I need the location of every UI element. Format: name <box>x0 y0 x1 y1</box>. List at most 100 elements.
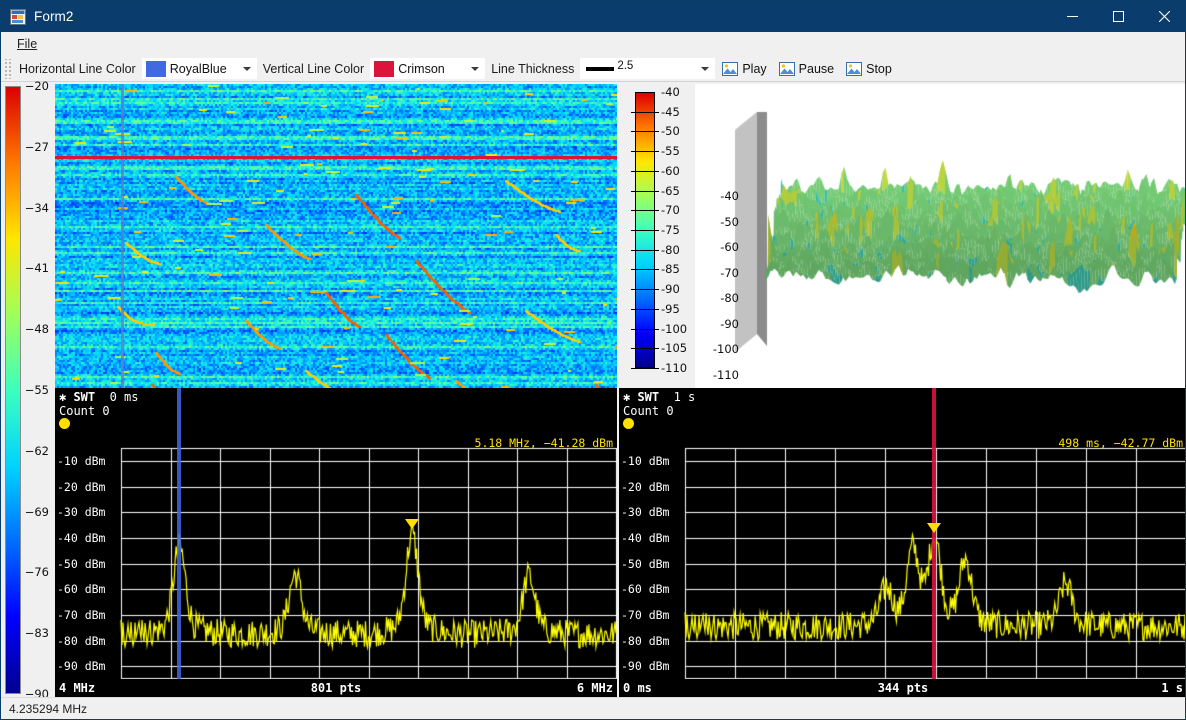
line-thickness-label: Line Thickness <box>491 61 575 76</box>
left-colorbar-tick-label: −41 <box>24 261 49 276</box>
frequency-cursor-line[interactable] <box>177 388 181 698</box>
image-placeholder-icon <box>846 61 863 77</box>
vertical-line-color-label: Vertical Line Color <box>262 61 365 76</box>
spectrum-y-tick-label: -20 dBm <box>621 479 670 494</box>
spectrogram-waterfall-plot[interactable] <box>55 84 617 388</box>
spectrum-time-domain-plot[interactable]: ✱ SWT 1 s Count 0 498 ms, −42.77 dBm -10… <box>619 388 1185 698</box>
time-cursor-line[interactable] <box>932 388 936 698</box>
spectrum-y-tick-label: -80 dBm <box>621 633 670 648</box>
left-colorbar-tick-label: −48 <box>24 322 49 337</box>
sweep-time-prefix: ✱ <box>623 390 638 404</box>
sweep-time-label: ✱ SWT 1 s <box>623 390 696 404</box>
image-placeholder-icon <box>722 61 739 77</box>
spectrum-y-tick-label: -70 dBm <box>621 607 670 622</box>
colorbar-tick-mark <box>631 368 659 369</box>
window-title: Form2 <box>34 9 74 24</box>
window-controls <box>1049 1 1185 32</box>
spectrum-right-header: ✱ SWT 1 s Count 0 <box>619 388 1185 436</box>
chevron-down-icon[interactable] <box>471 66 480 71</box>
left-colorbar-widget[interactable]: −20 −27 −34 −41 −48 −55 −62 −69 −76 −83 −90 <box>1 79 51 701</box>
application-window: Form2 File Horizontal Line Color RoyalBl… <box>0 0 1186 720</box>
vertical-marker-line[interactable] <box>120 84 124 388</box>
vertical-line-color-swatch <box>374 60 395 77</box>
x-axis-end-label: 1 s <box>1161 681 1183 695</box>
colorbar-tick-label: -60 <box>661 163 680 178</box>
colorbar-tick-label: -100 <box>661 321 688 336</box>
surface-3d-z-tick-label: -70 <box>720 265 739 280</box>
colorbar-tick-label: -75 <box>661 223 680 237</box>
peak-marker-triangle-icon[interactable] <box>405 519 419 529</box>
colorbar-tick-label: -95 <box>661 301 680 316</box>
left-colorbar-tick-label: −83 <box>24 626 49 641</box>
x-axis-start-label: 4 MHz <box>59 681 96 695</box>
chevron-down-icon[interactable] <box>701 66 710 71</box>
status-bar: 4.235294 MHz <box>1 697 1185 719</box>
colorbar-tick-mark <box>631 348 659 350</box>
peak-annotation: 5.18 MHz, −41.28 dBm <box>474 436 613 450</box>
x-axis-start-label: 0 ms <box>623 681 652 695</box>
colorbar-tick-mark <box>631 308 659 310</box>
play-button[interactable]: Play <box>717 58 771 80</box>
spectrogram-canvas <box>55 84 617 388</box>
colorbar-tick-label: -40 <box>661 85 680 99</box>
horizontal-line-color-combobox[interactable]: RoyalBlue <box>141 58 257 79</box>
spectrum-left-header: ✱ SWT 0 ms Count 0 <box>55 388 617 436</box>
spectrum-y-tick-label: -50 dBm <box>57 556 106 571</box>
colorbar-tick-label: -105 <box>661 341 688 356</box>
line-thickness-combobox[interactable]: 2.5 <box>580 58 716 79</box>
colorbar-tick-label: -110 <box>661 361 688 375</box>
left-colorbar-tick-label: −69 <box>24 504 49 519</box>
surface-3d-z-tick-label: -80 <box>720 291 739 306</box>
toolbar-grip-icon[interactable] <box>3 58 11 79</box>
vertical-line-color-combobox[interactable]: Crimson <box>370 58 486 79</box>
trace-status-dot-icon <box>623 418 634 429</box>
close-button[interactable] <box>1141 1 1185 32</box>
chevron-down-icon[interactable] <box>242 66 251 71</box>
x-axis-end-label: 6 MHz <box>576 681 613 695</box>
toolbar: Horizontal Line Color RoyalBlue Vertical… <box>1 56 1185 82</box>
colorbar-tick-mark <box>631 269 659 271</box>
menu-bar: File <box>1 32 1185 56</box>
trace-status-dot-icon <box>59 418 70 429</box>
surface-3d-z-tick-label: -110 <box>712 367 739 382</box>
left-colorbar-tick-label: −62 <box>24 443 49 458</box>
colorbar-tick-mark <box>631 328 659 330</box>
colorbar-tick-label: -85 <box>661 262 680 277</box>
spectrum-y-tick-label: -30 dBm <box>57 505 106 520</box>
spectrum-y-tick-label: -10 dBm <box>621 453 670 468</box>
surface-3d-waterfall-plot[interactable]: -40 -50 -60 -70 -80 -90 -100 -110 <box>695 84 1185 388</box>
surface-3d-z-tick-label: -50 <box>720 214 739 229</box>
horizontal-marker-line[interactable] <box>55 155 617 159</box>
line-thickness-value: 2.5 <box>617 60 634 72</box>
spectrum-frequency-domain-plot[interactable]: ✱ SWT 0 ms Count 0 5.18 MHz, −41.28 dBm … <box>55 388 617 698</box>
peak-marker-triangle-icon[interactable] <box>927 523 941 533</box>
horizontal-line-color-label: Horizontal Line Color <box>19 61 136 76</box>
spectrum-y-tick-label: -70 dBm <box>57 607 106 622</box>
minimize-button[interactable] <box>1049 1 1095 32</box>
image-placeholder-icon <box>778 61 795 77</box>
colorbar-tick-mark <box>631 230 659 231</box>
sweep-time-prefix: ✱ <box>59 390 74 404</box>
colorbar-tick-label: -80 <box>661 242 680 257</box>
pause-button[interactable]: Pause <box>774 58 839 80</box>
sweep-time-label: ✱ SWT 0 ms <box>59 390 139 404</box>
point-count-label: 801 pts <box>310 681 362 695</box>
play-button-label: Play <box>742 61 767 76</box>
spectrum-y-tick-label: -30 dBm <box>621 505 670 520</box>
horizontal-line-color-swatch <box>145 60 166 77</box>
stop-button[interactable]: Stop <box>841 58 897 80</box>
colorbar-tick-mark <box>631 170 659 172</box>
form-designer-icon <box>10 8 26 25</box>
menu-item-file[interactable]: File <box>9 34 45 54</box>
spectrum-right-footer: 0 ms 344 pts 1 s <box>619 679 1185 698</box>
colorbar-tick-mark <box>631 289 659 291</box>
left-colorbar-tick-label: −34 <box>24 200 49 215</box>
surface-3d-z-axis-labels: -40 -50 -60 -70 -80 -90 -100 -110 <box>695 84 1185 388</box>
spectrum-y-tick-label: -80 dBm <box>57 633 106 648</box>
maximize-button[interactable] <box>1095 1 1141 32</box>
spectrum-y-tick-label: -60 dBm <box>621 582 670 597</box>
colorbar-tick-mark <box>631 131 659 133</box>
spectrum-y-tick-label: -10 dBm <box>57 453 106 468</box>
count-label: Count 0 <box>59 404 110 418</box>
peak-annotation: 498 ms, −42.77 dBm <box>1058 436 1183 450</box>
